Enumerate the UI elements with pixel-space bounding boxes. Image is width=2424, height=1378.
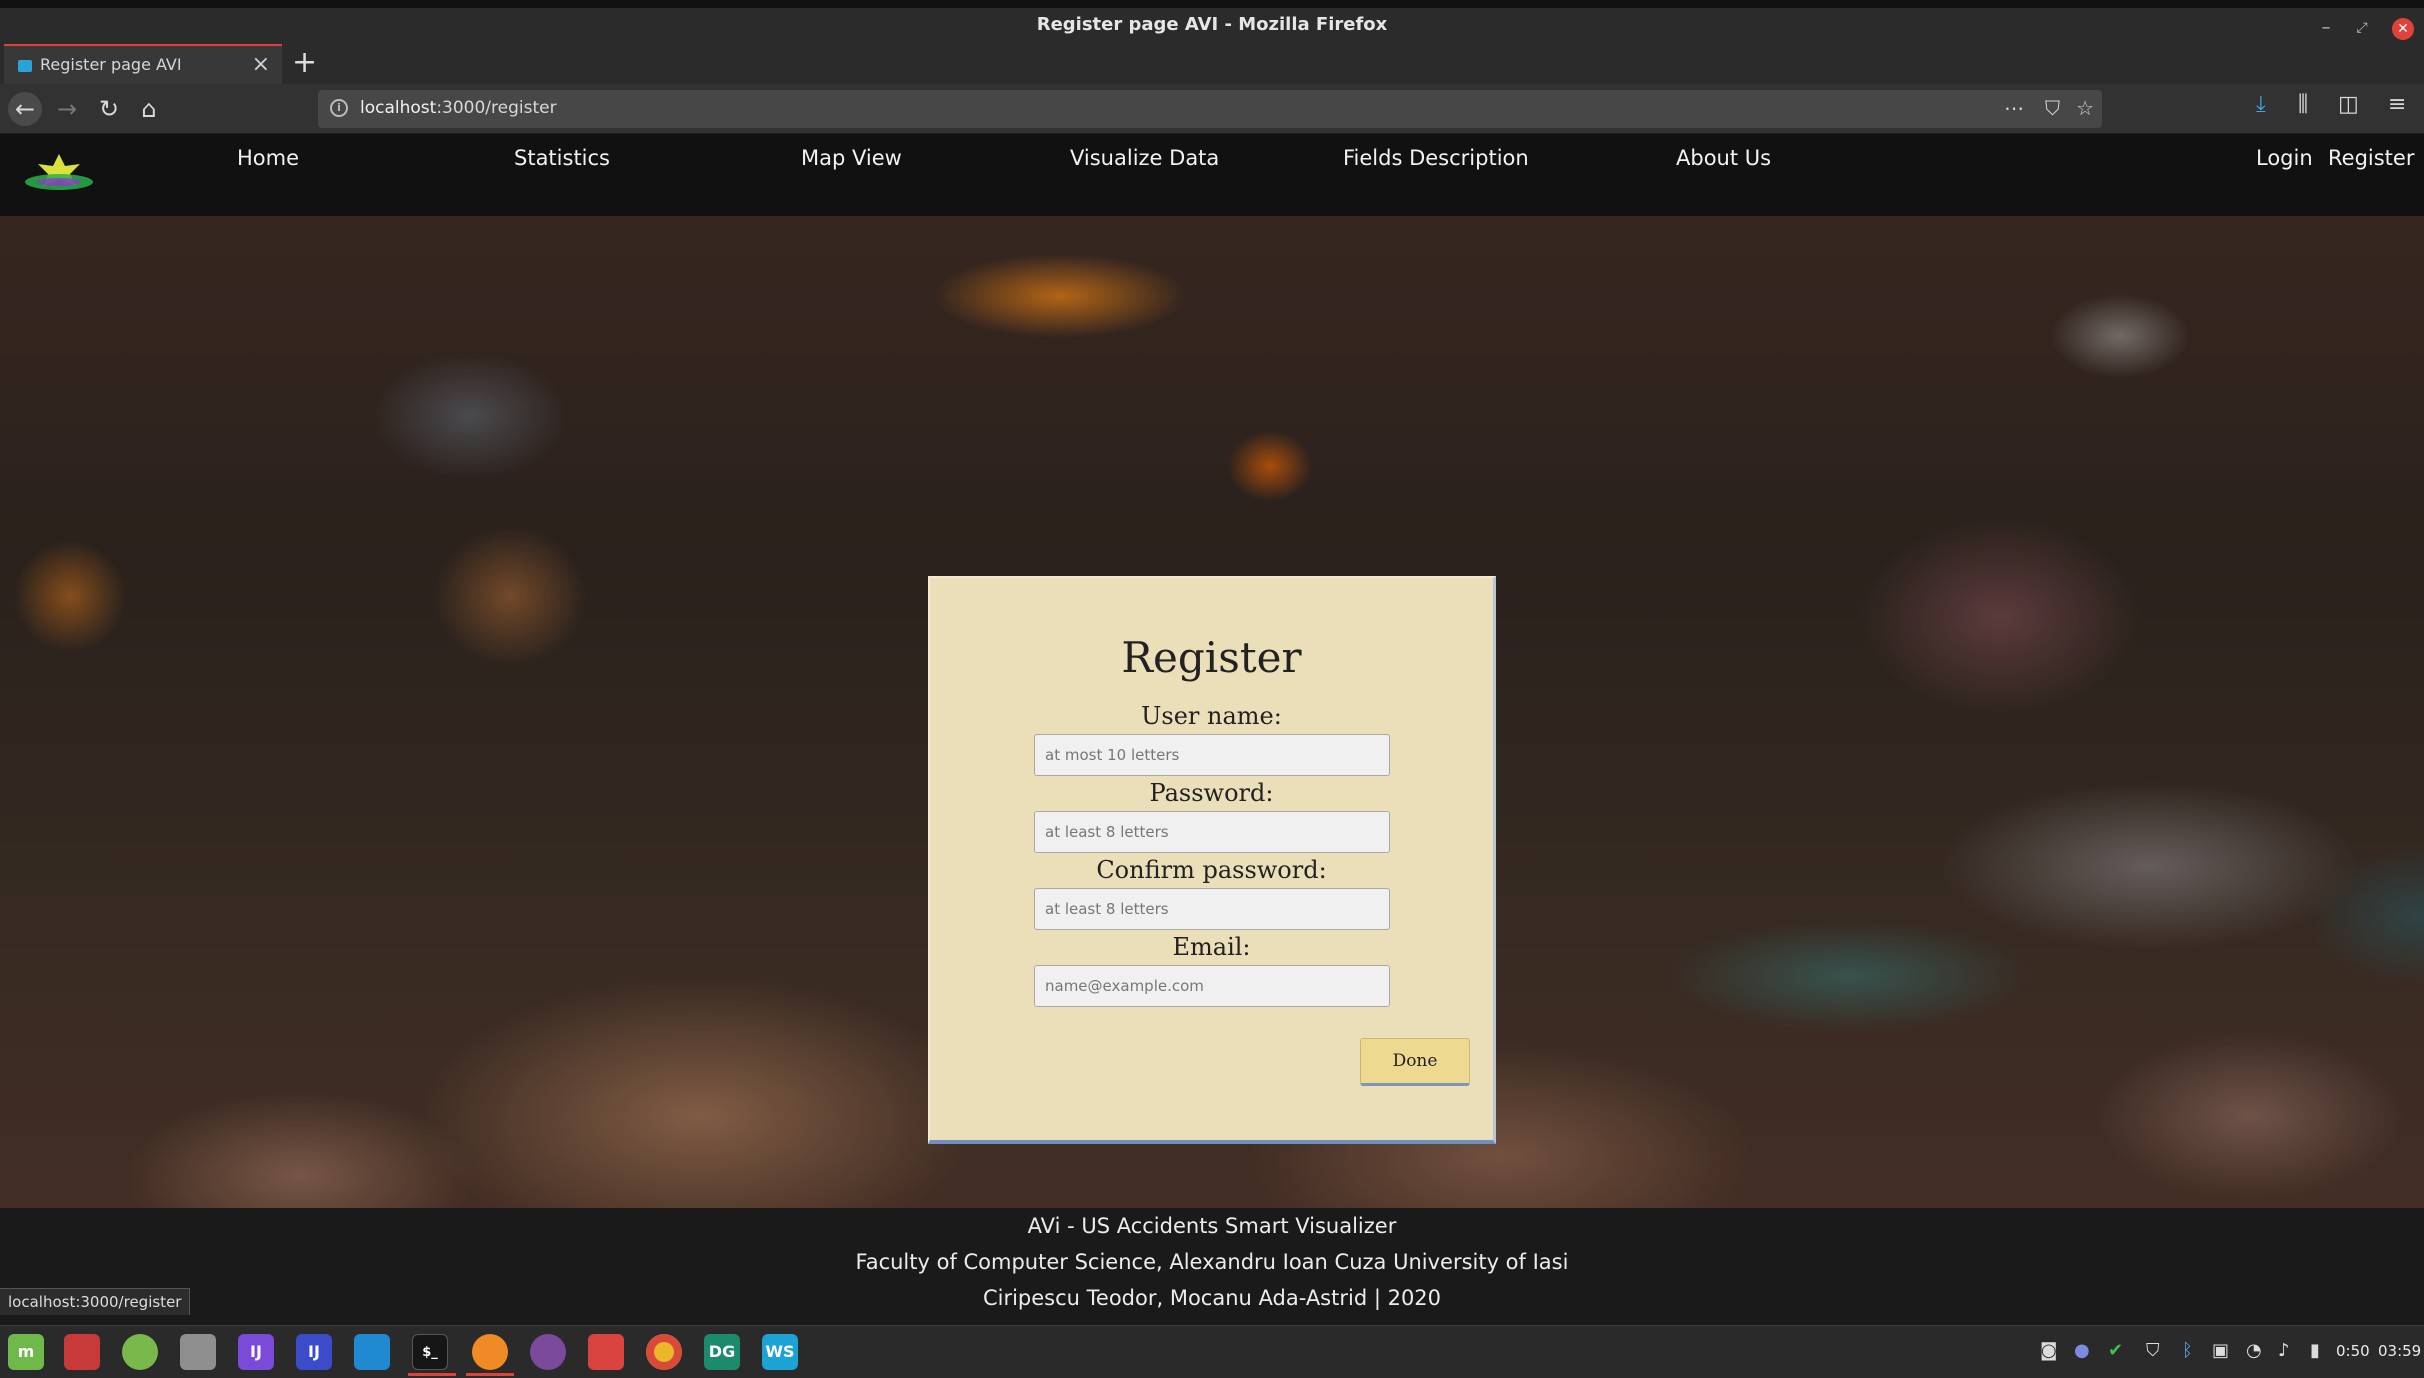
github-icon[interactable] bbox=[530, 1334, 566, 1370]
forward-icon[interactable]: → bbox=[50, 92, 84, 126]
tab-register[interactable]: Register page AVI × bbox=[4, 44, 282, 84]
confirm-password-input[interactable] bbox=[1034, 888, 1390, 930]
firefox-active-indicator bbox=[466, 1373, 514, 1376]
status-bar-url: localhost:3000/register bbox=[0, 1288, 191, 1315]
register-form: Register User name: Password: Confirm pa… bbox=[928, 576, 1496, 1144]
taskbar: m IJ IJ $_ DG WS ◙ ● ✔ ⛉ ᛒ ▣ ◔ ♪ ▮ 0:50 … bbox=[0, 1325, 2424, 1378]
settings-icon[interactable] bbox=[180, 1334, 216, 1370]
nav-visualize-data[interactable]: Visualize Data bbox=[1070, 146, 1219, 170]
bookmark-star-icon[interactable]: ☆ bbox=[2076, 96, 2094, 120]
terminal-active-indicator bbox=[408, 1373, 456, 1376]
pocket-icon[interactable]: ⛉ bbox=[2045, 96, 2060, 120]
bluetooth-icon[interactable]: ᛒ bbox=[2182, 1340, 2193, 1361]
clock[interactable]: 03:59 bbox=[2378, 1342, 2421, 1360]
clipboard-icon[interactable]: ▣ bbox=[2212, 1340, 2229, 1361]
footer-title: AVi - US Accidents Smart Visualizer bbox=[1027, 1214, 1397, 1238]
footer-authors: Ciripescu Teodor, Mocanu Ada-Astrid | 20… bbox=[982, 1286, 1442, 1310]
email-label: Email: bbox=[1172, 933, 1251, 961]
confirm-password-label: Confirm password: bbox=[1096, 856, 1327, 884]
close-tab-icon[interactable]: × bbox=[252, 52, 270, 77]
sidebar-icon[interactable]: ◫ bbox=[2338, 92, 2359, 117]
camera-icon[interactable]: ◙ bbox=[2040, 1340, 2057, 1361]
webstorm-icon[interactable]: WS bbox=[762, 1334, 798, 1370]
shield-icon[interactable]: ⛉ bbox=[2146, 1340, 2160, 1361]
address-bar[interactable]: i localhost:3000/register ⋯ ⛉ ☆ bbox=[318, 90, 2102, 128]
window-title: Register page AVI - Mozilla Firefox bbox=[1036, 14, 1388, 35]
calculator-icon[interactable] bbox=[122, 1334, 158, 1370]
close-window-icon[interactable]: ✕ bbox=[2392, 18, 2414, 40]
username-input[interactable] bbox=[1034, 734, 1390, 776]
battery-icon[interactable]: ▮ bbox=[2310, 1340, 2320, 1361]
site-logo-icon[interactable] bbox=[22, 152, 96, 196]
tab-strip: Register page AVI × + bbox=[0, 44, 2424, 84]
minimize-icon[interactable]: – bbox=[2314, 16, 2338, 40]
new-tab-icon[interactable]: + bbox=[292, 46, 317, 80]
form-title: Register bbox=[1121, 633, 1302, 682]
wifi-icon[interactable]: ◔ bbox=[2246, 1340, 2262, 1361]
password-label: Password: bbox=[1149, 779, 1274, 807]
datagrip-icon[interactable]: DG bbox=[704, 1334, 740, 1370]
volume-icon[interactable]: ♪ bbox=[2278, 1340, 2290, 1361]
nav-register[interactable]: Register bbox=[2328, 146, 2414, 170]
password-input[interactable] bbox=[1034, 811, 1390, 853]
done-button[interactable]: Done bbox=[1360, 1038, 1470, 1086]
nav-home[interactable]: Home bbox=[237, 146, 299, 170]
intellij-icon[interactable]: IJ bbox=[238, 1334, 274, 1370]
nav-map-view[interactable]: Map View bbox=[801, 146, 902, 170]
footer-faculty: Faculty of Computer Science, Alexandru I… bbox=[855, 1250, 1569, 1274]
back-icon[interactable]: ← bbox=[8, 92, 42, 126]
site-footer: AVi - US Accidents Smart Visualizer Facu… bbox=[0, 1208, 2424, 1325]
nav-about-us[interactable]: About Us bbox=[1676, 146, 1771, 170]
teams-icon[interactable]: ● bbox=[2074, 1340, 2090, 1361]
tab-title: Register page AVI bbox=[40, 55, 182, 74]
files-icon[interactable] bbox=[64, 1334, 100, 1370]
reload-icon[interactable]: ↻ bbox=[92, 92, 126, 126]
maximize-icon[interactable]: ⤢ bbox=[2350, 16, 2374, 40]
email-input[interactable] bbox=[1034, 965, 1390, 1007]
page-actions-icon[interactable]: ⋯ bbox=[2004, 96, 2024, 120]
site-header: Home Statistics Map View Visualize Data … bbox=[0, 134, 2424, 216]
nav-login[interactable]: Login bbox=[2256, 146, 2313, 170]
mint-menu-icon[interactable]: m bbox=[8, 1334, 44, 1370]
downloads-icon[interactable]: ⤓ bbox=[2256, 92, 2266, 117]
menu-icon[interactable]: ≡ bbox=[2388, 92, 2406, 117]
intellij-alt-icon[interactable]: IJ bbox=[296, 1334, 332, 1370]
home-icon[interactable]: ⌂ bbox=[132, 92, 166, 126]
library-icon[interactable]: ⫼ bbox=[2298, 92, 2308, 117]
firefox-icon[interactable] bbox=[472, 1334, 508, 1370]
battery-time: 0:50 bbox=[2336, 1342, 2370, 1360]
folder-icon[interactable] bbox=[588, 1334, 624, 1370]
vscode-icon[interactable] bbox=[354, 1334, 390, 1370]
address-url[interactable]: localhost:3000/register bbox=[360, 98, 557, 118]
nav-fields-description[interactable]: Fields Description bbox=[1343, 146, 1529, 170]
chrome-icon[interactable] bbox=[646, 1334, 682, 1370]
site-favicon-icon bbox=[18, 60, 32, 72]
check-icon[interactable]: ✔ bbox=[2108, 1340, 2123, 1361]
nav-statistics[interactable]: Statistics bbox=[514, 146, 610, 170]
site-info-icon[interactable]: i bbox=[330, 99, 348, 117]
browser-toolbar: ← → ↻ ⌂ i localhost:3000/register ⋯ ⛉ ☆ … bbox=[0, 84, 2424, 134]
terminal-icon[interactable]: $_ bbox=[412, 1334, 448, 1370]
username-label: User name: bbox=[1141, 702, 1282, 730]
web-page: Home Statistics Map View Visualize Data … bbox=[0, 134, 2424, 1325]
